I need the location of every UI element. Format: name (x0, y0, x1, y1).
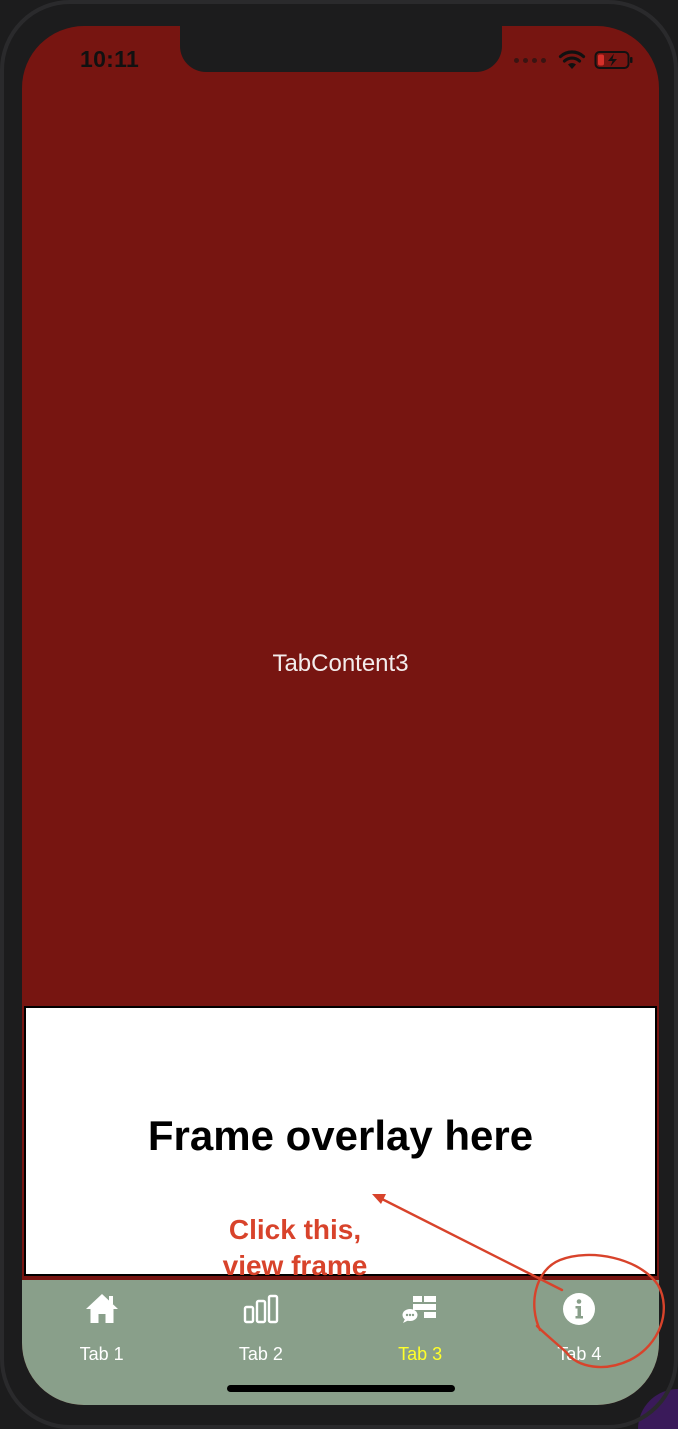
wifi-icon (558, 50, 586, 69)
status-bar-indicators (514, 48, 634, 72)
tab-2-label: Tab 2 (238, 1344, 283, 1364)
frame-overlay-text: Frame overlay here (147, 1112, 534, 1159)
tab-4[interactable]: Tab 4 (500, 1280, 659, 1405)
home-indicator (227, 1385, 455, 1392)
grid-chat-icon (400, 1290, 440, 1328)
device-notch (180, 26, 502, 72)
annotation-line-1: Click this, (228, 1214, 362, 1245)
annotation-line-2: view frame (222, 1250, 368, 1281)
tab-content-label: TabContent3 (272, 650, 409, 677)
bar-chart-icon (241, 1290, 281, 1328)
tab-1-label: Tab 1 (79, 1344, 124, 1364)
home-icon (82, 1290, 122, 1328)
page: 10:11 TabContent3 Frame overlay here Tab… (0, 0, 678, 1429)
annotation-callout: Click this, view frame (210, 1212, 380, 1284)
cellular-signal-icon (514, 57, 546, 63)
tab-4-label: Tab 4 (557, 1344, 602, 1364)
info-icon (559, 1290, 599, 1328)
status-bar-time: 10:11 (80, 46, 140, 72)
tab-3-label: Tab 3 (398, 1344, 443, 1364)
battery-charging-icon (594, 51, 633, 69)
tab-1[interactable]: Tab 1 (22, 1280, 181, 1405)
phone-screen: 10:11 TabContent3 Frame overlay here Tab… (22, 26, 659, 1405)
